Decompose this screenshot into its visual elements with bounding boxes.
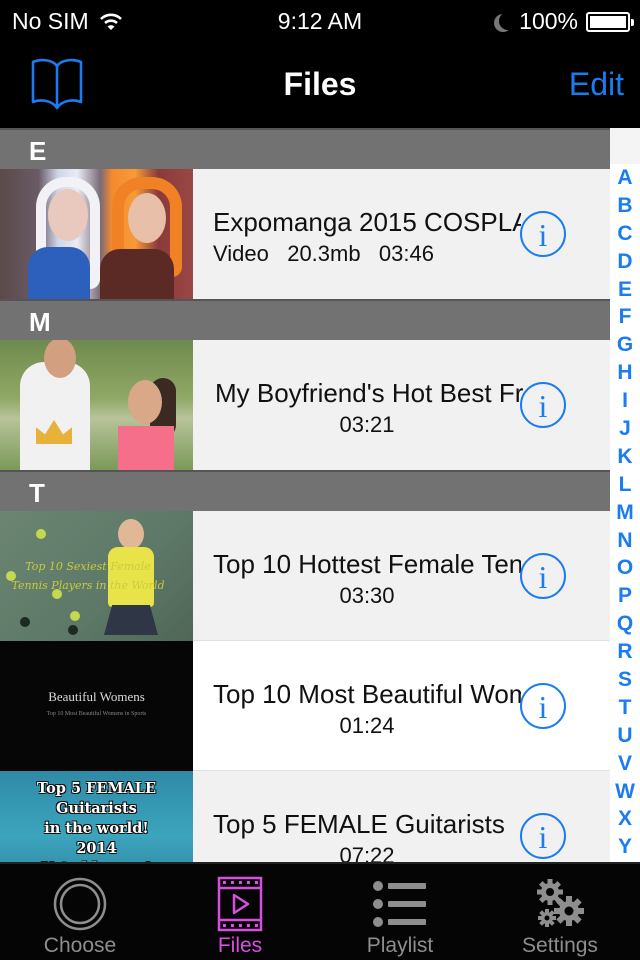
file-title: Expomanga 2015 COSPLAY	[213, 207, 521, 237]
file-meta: 01:24	[339, 713, 395, 738]
index-letter-h[interactable]: H	[610, 359, 640, 387]
battery-percent: 100%	[519, 8, 578, 34]
info-button[interactable]: i	[520, 813, 566, 859]
gears-icon	[537, 879, 584, 927]
section-index-bar[interactable]: ABCDEFGHIJKLMNOPQRSTUVWXY	[610, 128, 640, 862]
thumbnail-subcaption: Top 10 Most Beautiful Womens in Sports	[46, 711, 147, 717]
section-header-m: M	[0, 299, 610, 340]
video-thumbnail	[0, 169, 193, 299]
index-letter-m[interactable]: M	[610, 499, 640, 527]
moon-icon	[499, 12, 517, 30]
file-row[interactable]: Beautiful Womens Top 10 Most Beautiful W…	[0, 641, 610, 771]
tab-bar: Choose Files Playlist Settings	[0, 862, 640, 960]
file-meta: 07:22	[339, 843, 395, 862]
index-letter-t[interactable]: T	[610, 694, 640, 722]
status-bar: No SIM 9:12 AM 100%	[0, 0, 640, 42]
index-letter-p[interactable]: P	[610, 582, 640, 610]
info-icon: i	[538, 217, 548, 253]
info-icon: i	[538, 559, 548, 595]
file-title: Top 10 Most Beautiful Womens in Sports	[213, 679, 521, 709]
section-header-t: T	[0, 470, 610, 511]
index-letter-g[interactable]: G	[610, 331, 640, 359]
index-letters[interactable]: ABCDEFGHIJKLMNOPQRSTUVWXY	[610, 164, 640, 861]
index-letter-l[interactable]: L	[610, 471, 640, 499]
info-button[interactable]: i	[520, 683, 566, 729]
index-letter-v[interactable]: V	[610, 750, 640, 778]
caption-line: in the world!	[44, 820, 149, 837]
index-letter-k[interactable]: K	[610, 443, 640, 471]
thumbnail-caption: Beautiful Womens	[48, 689, 145, 704]
tab-settings[interactable]: Settings	[480, 864, 640, 960]
file-title: Top 10 Hottest Female Tennis Players	[213, 549, 521, 579]
page-title: Files	[283, 66, 357, 102]
tab-files[interactable]: Files	[160, 864, 320, 960]
index-letter-b[interactable]: B	[610, 192, 640, 220]
index-letter-e[interactable]: E	[610, 276, 640, 304]
caption-line: Top 5 FEMALE	[36, 780, 157, 797]
film-play-icon	[217, 876, 263, 932]
status-right: 100%	[493, 8, 634, 35]
index-letter-i[interactable]: I	[610, 387, 640, 415]
index-letter-j[interactable]: J	[610, 415, 640, 443]
tab-label: Files	[217, 934, 263, 957]
index-letter-x[interactable]: X	[610, 805, 640, 833]
thumbnail-caption: Top 5 FEMALE Guitarists in the world! 20…	[0, 779, 193, 862]
index-letter-c[interactable]: C	[610, 220, 640, 248]
file-meta: 03:30	[339, 583, 395, 608]
index-letter-a[interactable]: A	[610, 164, 640, 192]
info-icon: i	[538, 819, 548, 855]
video-thumbnail: Beautiful Womens Top 10 Most Beautiful W…	[0, 641, 193, 771]
info-icon: i	[538, 388, 548, 424]
file-list[interactable]: E Expomanga 2015 COSPLAY Video 20.3mb 03…	[0, 128, 610, 862]
file-row[interactable]: Top 10 Sexiest Female Tennis Players in …	[0, 511, 610, 641]
index-letter-n[interactable]: N	[610, 527, 640, 555]
edit-button[interactable]: Edit	[569, 66, 624, 103]
tab-label: Choose	[43, 934, 117, 957]
info-button[interactable]: i	[520, 382, 566, 428]
tab-choose[interactable]: Choose	[0, 864, 160, 960]
list-icon	[373, 881, 426, 927]
caption-line: 2014	[76, 840, 117, 857]
file-row[interactable]: Top 5 FEMALE Guitarists in the world! 20…	[0, 771, 610, 862]
file-title: Top 5 FEMALE Guitarists	[213, 809, 505, 839]
battery-icon	[586, 11, 634, 32]
section-header-e: E	[0, 128, 610, 169]
caption-line: Guitarists	[56, 800, 137, 817]
index-letter-r[interactable]: R	[610, 638, 640, 666]
info-button[interactable]: i	[520, 553, 566, 599]
video-thumbnail	[0, 340, 193, 470]
circle-icon	[53, 877, 107, 931]
info-button[interactable]: i	[520, 211, 566, 257]
index-letter-y[interactable]: Y	[610, 833, 640, 861]
index-letter-q[interactable]: Q	[610, 610, 640, 638]
tab-label: Settings	[522, 934, 598, 957]
thumbnail-caption: Top 10 Sexiest Female Tennis Players in …	[11, 560, 165, 592]
file-title: My Boyfriend's Hot Best Friend	[215, 378, 523, 408]
video-thumbnail: Top 5 FEMALE Guitarists in the world! 20…	[0, 771, 193, 862]
file-meta: 03:21	[339, 412, 395, 437]
index-letter-u[interactable]: U	[610, 722, 640, 750]
tab-playlist[interactable]: Playlist	[320, 864, 480, 960]
tab-label: Playlist	[366, 934, 434, 957]
video-thumbnail: Top 10 Sexiest Female Tennis Players in …	[0, 511, 193, 641]
index-letter-w[interactable]: W	[610, 778, 640, 806]
index-letter-d[interactable]: D	[610, 248, 640, 276]
index-letter-s[interactable]: S	[610, 666, 640, 694]
file-row[interactable]: My Boyfriend's Hot Best Friend 03:21 i	[0, 340, 610, 470]
index-letter-f[interactable]: F	[610, 303, 640, 331]
nav-bar: Files Edit	[0, 42, 640, 128]
index-letter-o[interactable]: O	[610, 554, 640, 582]
info-icon: i	[538, 689, 548, 725]
file-row[interactable]: Expomanga 2015 COSPLAY Video 20.3mb 03:4…	[0, 169, 610, 299]
file-meta: Video 20.3mb 03:46	[213, 241, 434, 266]
